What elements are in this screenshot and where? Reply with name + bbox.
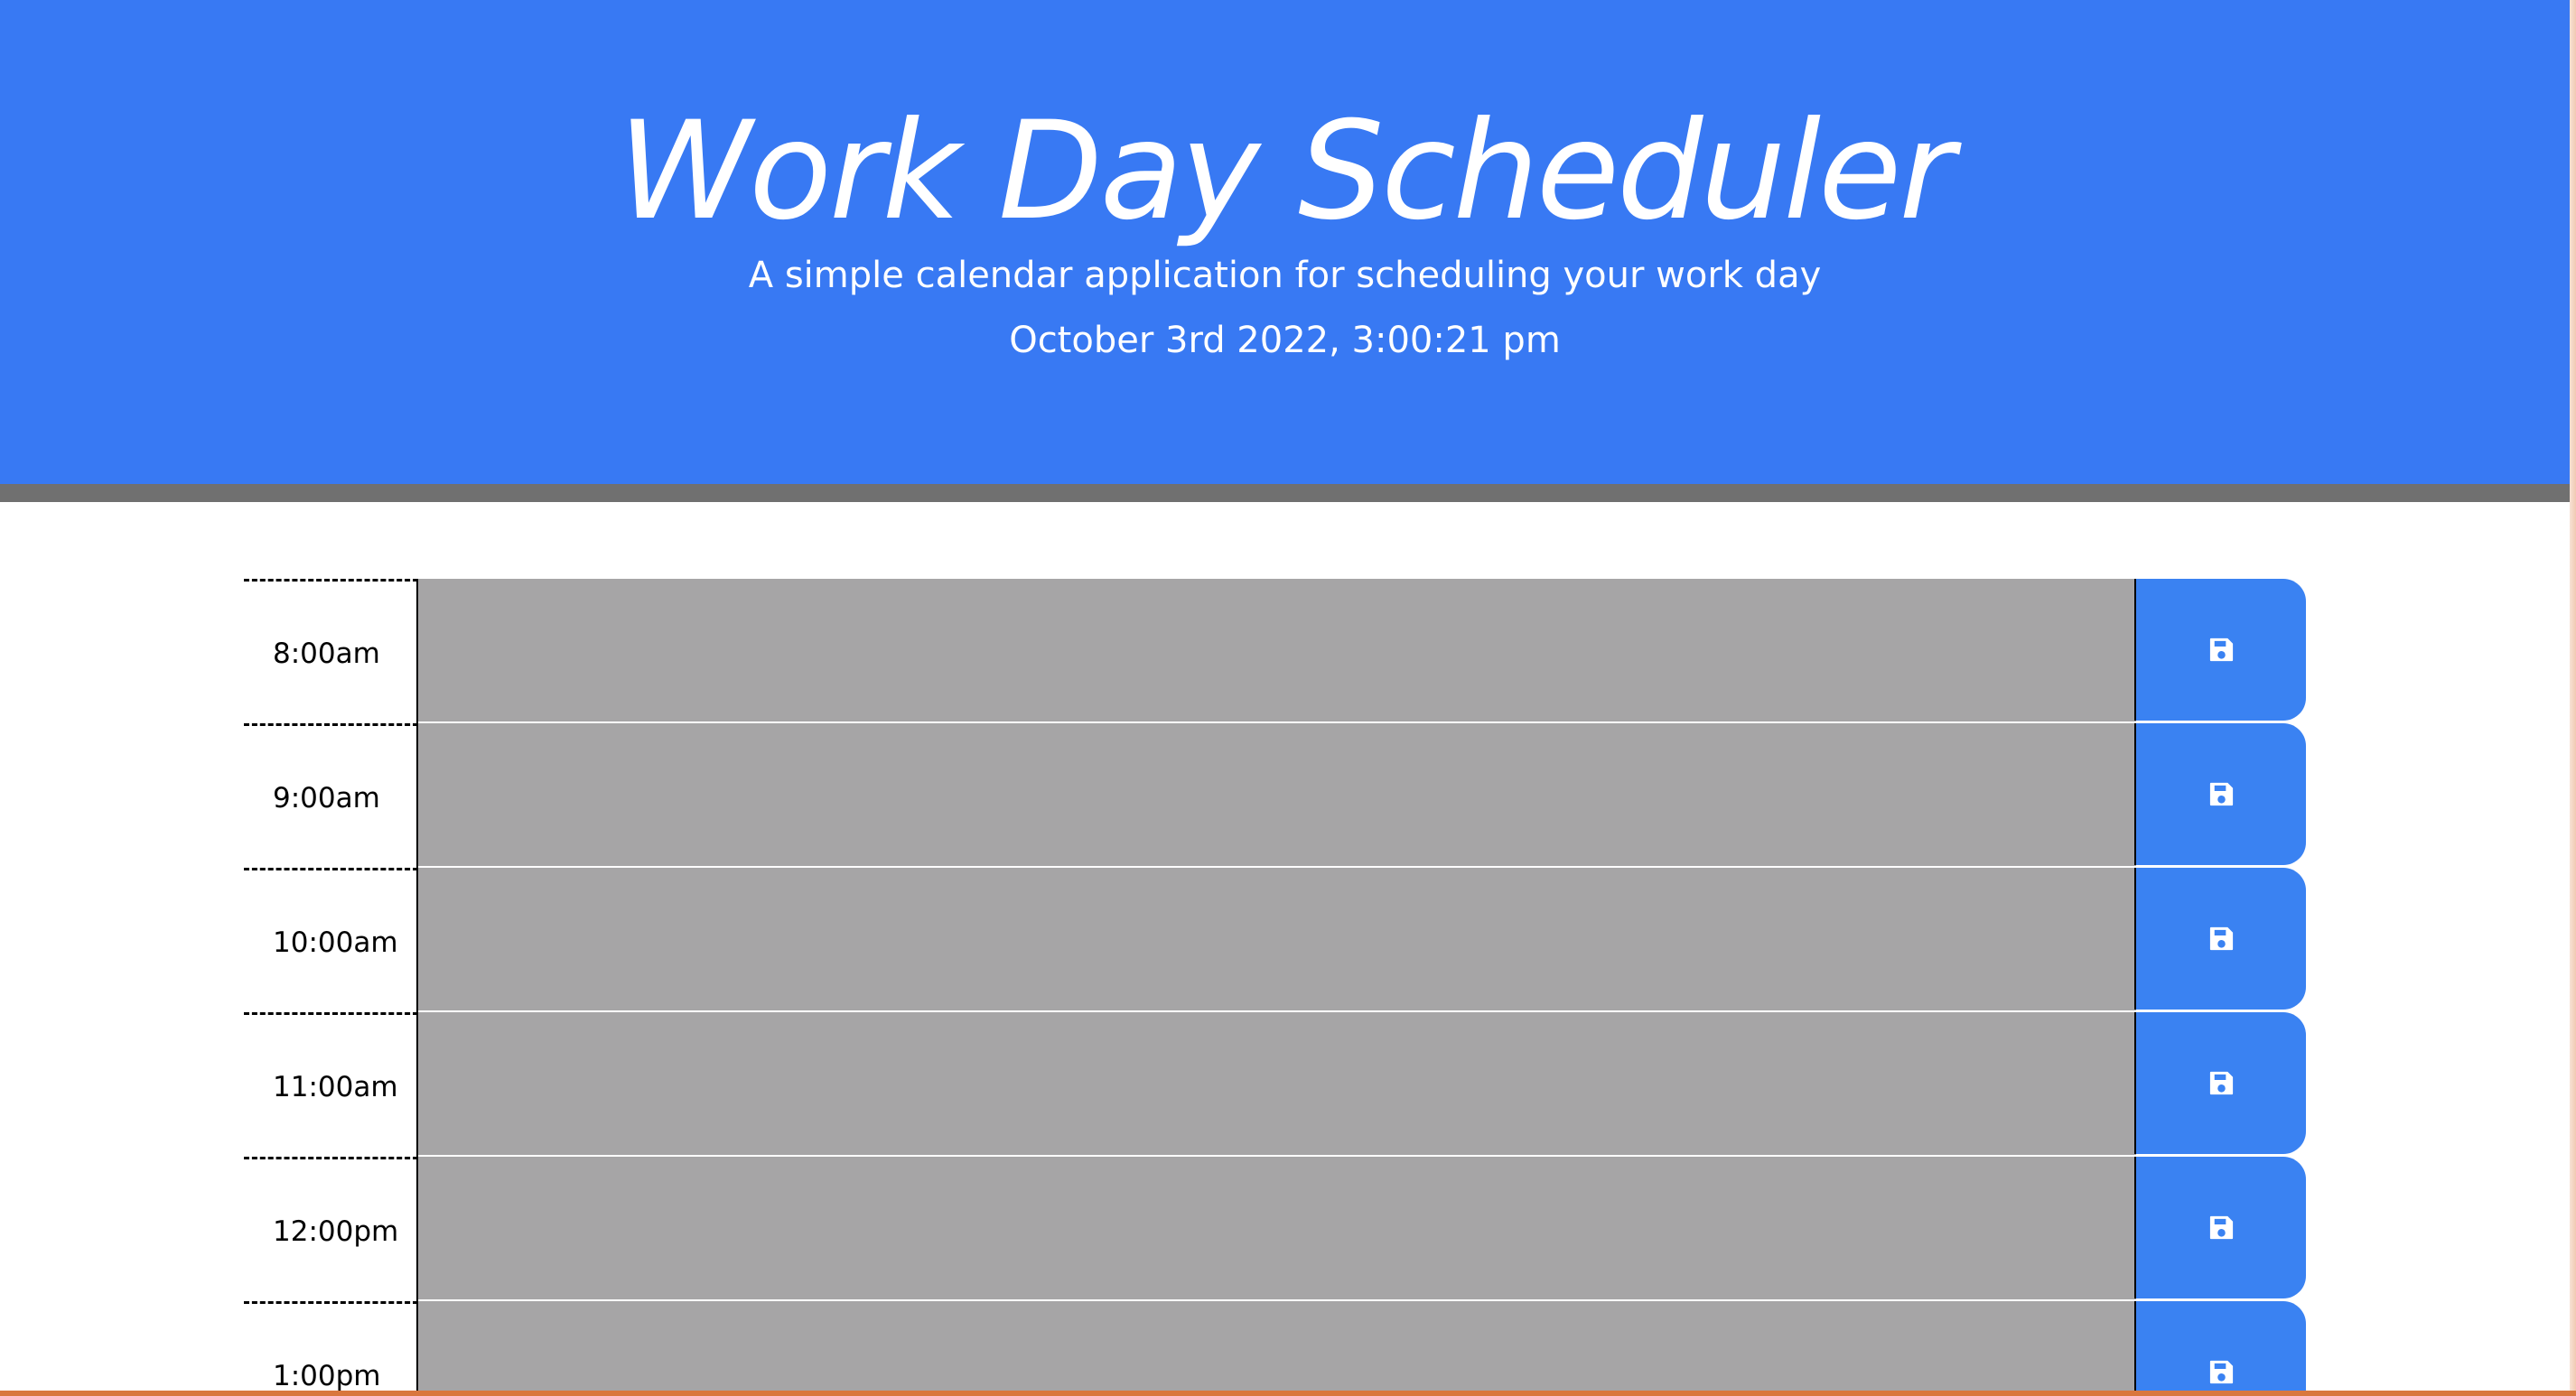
event-description-input[interactable] bbox=[418, 579, 2136, 723]
save-icon bbox=[2207, 1214, 2235, 1242]
event-description-input[interactable] bbox=[418, 723, 2136, 868]
save-button[interactable] bbox=[2134, 579, 2306, 721]
timeblock-row: 9:00am bbox=[244, 723, 2306, 868]
save-icon bbox=[2207, 780, 2235, 808]
save-icon bbox=[2207, 636, 2235, 664]
event-description-input[interactable] bbox=[418, 868, 2136, 1012]
hour-label: 11:00am bbox=[244, 1012, 418, 1157]
save-button[interactable] bbox=[2134, 868, 2306, 1010]
window-edge-bottom bbox=[0, 1391, 2576, 1396]
save-button[interactable] bbox=[2134, 1012, 2306, 1154]
page-subtitle: A simple calendar application for schedu… bbox=[748, 255, 1822, 296]
timeblock-row: 11:00am bbox=[244, 1012, 2306, 1157]
timeblock-row: 10:00am bbox=[244, 868, 2306, 1012]
event-description-input[interactable] bbox=[418, 1157, 2136, 1301]
save-icon bbox=[2207, 1069, 2235, 1097]
save-icon bbox=[2207, 925, 2235, 953]
window-edge-right bbox=[2570, 0, 2576, 1396]
timeblock-row: 12:00pm bbox=[244, 1157, 2306, 1301]
save-icon bbox=[2207, 1358, 2235, 1386]
event-description-input[interactable] bbox=[418, 1012, 2136, 1157]
timeblocks-container: 8:00am 9:00am 10:00am 11:00am 12:00pm 1:… bbox=[244, 579, 2306, 1391]
timeblock-row: 8:00am bbox=[244, 579, 2306, 723]
save-button[interactable] bbox=[2134, 1301, 2306, 1391]
header: Work Day Scheduler A simple calendar app… bbox=[0, 0, 2570, 502]
hour-label: 1:00pm bbox=[244, 1301, 418, 1391]
current-day: October 3rd 2022, 3:00:21 pm bbox=[1009, 320, 1561, 361]
event-description-input[interactable] bbox=[418, 1301, 2136, 1391]
save-button[interactable] bbox=[2134, 1157, 2306, 1298]
page: Work Day Scheduler A simple calendar app… bbox=[0, 0, 2576, 1396]
hour-label: 9:00am bbox=[244, 723, 418, 868]
hour-label: 12:00pm bbox=[244, 1157, 418, 1301]
hour-label: 8:00am bbox=[244, 579, 418, 723]
page-title: Work Day Scheduler bbox=[617, 93, 1955, 250]
timeblock-row: 1:00pm bbox=[244, 1301, 2306, 1391]
hour-label: 10:00am bbox=[244, 868, 418, 1012]
save-button[interactable] bbox=[2134, 723, 2306, 865]
